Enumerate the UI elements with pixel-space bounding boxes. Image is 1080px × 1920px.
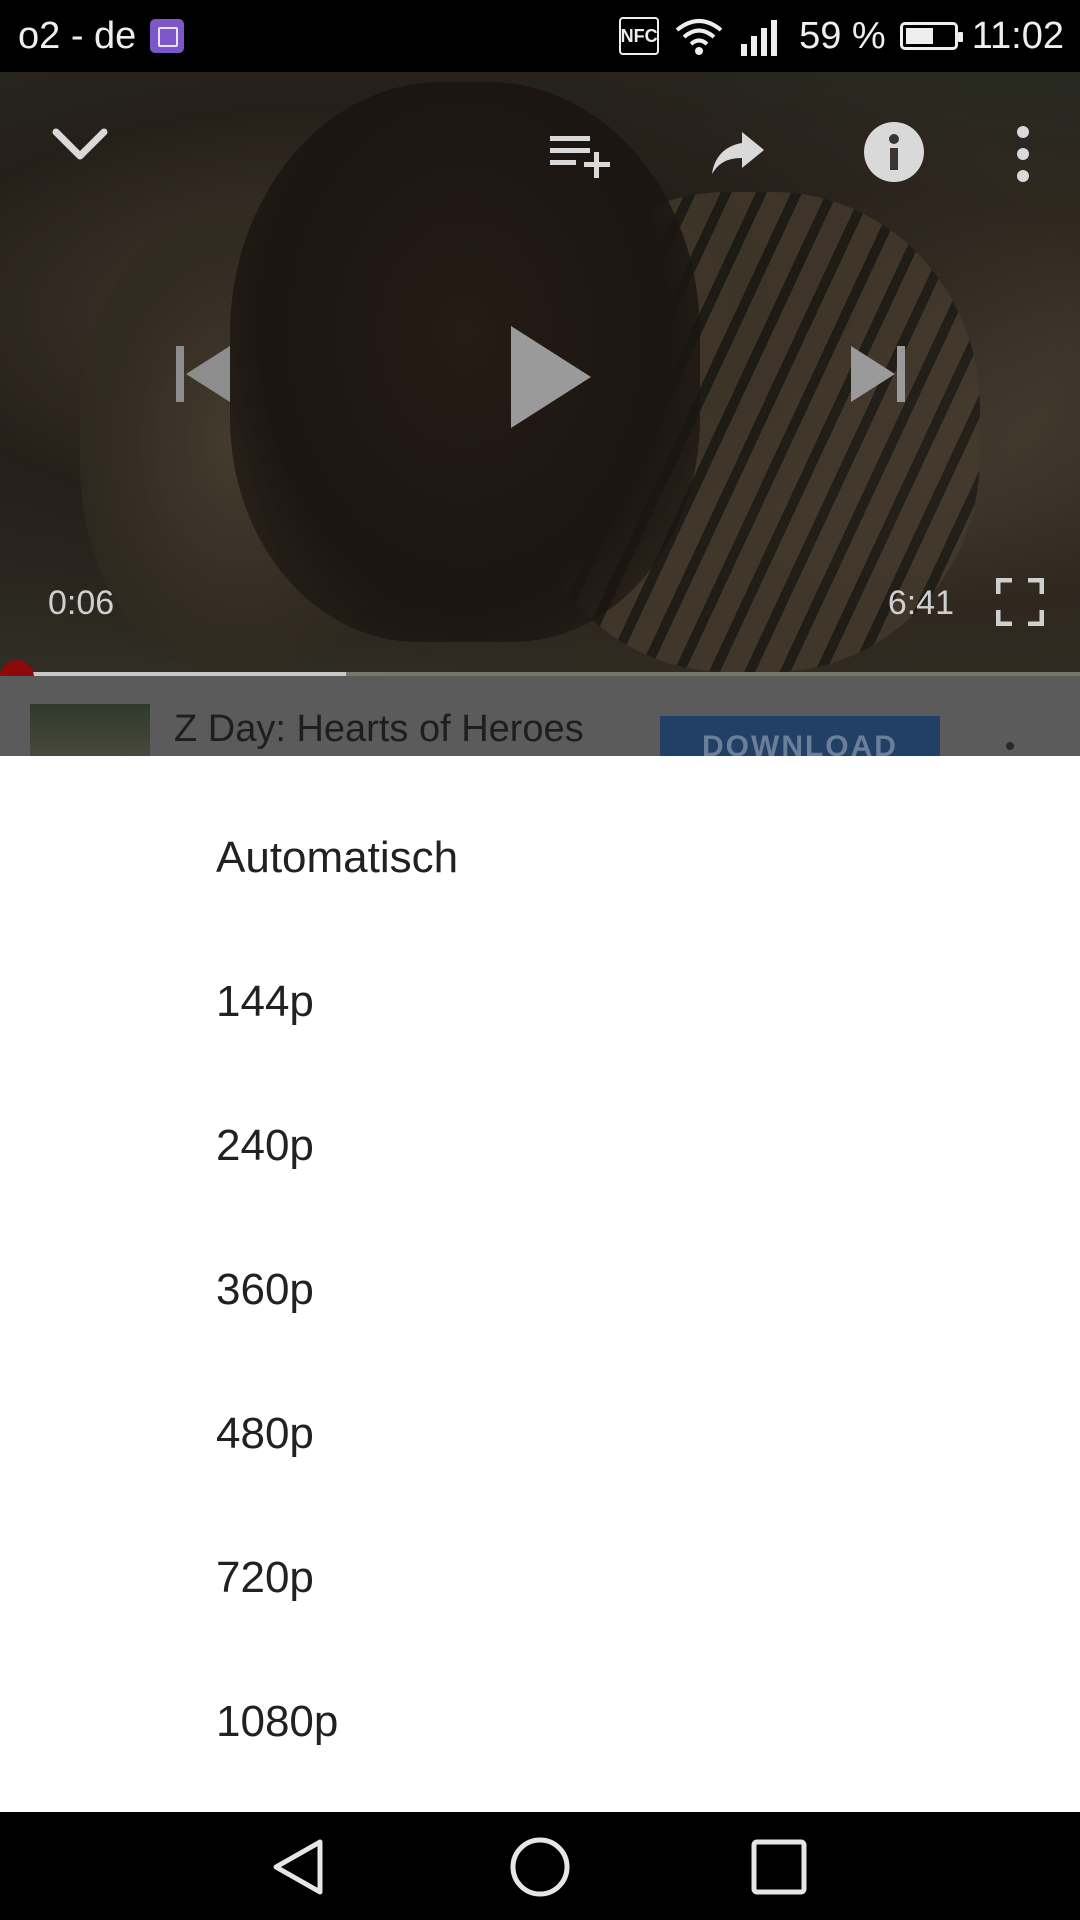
clock: 11:02 <box>971 14 1064 57</box>
wifi-icon <box>675 19 723 55</box>
gallery-notification-icon <box>150 19 185 53</box>
more-vert-icon[interactable] <box>1010 124 1036 184</box>
current-time: 0:06 <box>48 584 115 622</box>
ad-title: Z Day: Hearts of Heroes <box>174 708 584 750</box>
carrier-name: o2 - de <box>18 14 137 57</box>
quality-option-360p[interactable]: 360p <box>0 1218 1080 1362</box>
video-player[interactable]: 0:06 6:41 <box>0 72 1080 676</box>
navigation-bar <box>0 1812 1080 1920</box>
back-icon[interactable] <box>268 1836 330 1898</box>
home-icon[interactable] <box>509 1836 571 1898</box>
nfc-icon: NFC <box>619 17 660 55</box>
add-to-queue-icon[interactable] <box>550 132 612 178</box>
skip-previous-icon[interactable] <box>172 342 236 406</box>
ad-download-button[interactable]: DOWNLOAD <box>660 716 940 756</box>
battery-percent: 59 % <box>799 14 886 57</box>
ad-banner[interactable]: Z Day: Hearts of Heroes DOWNLOAD <box>0 676 1080 756</box>
quality-option-480p[interactable]: 480p <box>0 1362 1080 1506</box>
chevron-down-icon[interactable] <box>50 124 110 164</box>
fullscreen-icon[interactable] <box>996 578 1044 626</box>
play-icon[interactable] <box>505 322 595 432</box>
ad-menu-icon[interactable] <box>1006 742 1014 750</box>
quality-option-auto[interactable]: Automatisch <box>0 786 1080 930</box>
quality-option-1080p[interactable]: 1080p <box>0 1650 1080 1794</box>
signal-icon <box>741 20 778 56</box>
battery-level <box>905 28 933 44</box>
quality-option-240p[interactable]: 240p <box>0 1074 1080 1218</box>
share-icon[interactable] <box>710 130 766 176</box>
battery-icon <box>899 22 963 50</box>
quality-option-144p[interactable]: 144p <box>0 930 1080 1074</box>
status-bar: o2 - de NFC 59 % 11:02 <box>0 0 1080 72</box>
quality-menu-sheet: Automatisch 144p 240p 360p 480p 720p 108… <box>0 756 1080 1812</box>
quality-option-720p[interactable]: 720p <box>0 1506 1080 1650</box>
ad-thumbnail <box>30 704 150 756</box>
info-icon[interactable] <box>864 122 924 182</box>
duration: 6:41 <box>887 584 954 622</box>
recent-apps-icon[interactable] <box>748 1836 810 1898</box>
skip-next-icon[interactable] <box>845 342 909 406</box>
